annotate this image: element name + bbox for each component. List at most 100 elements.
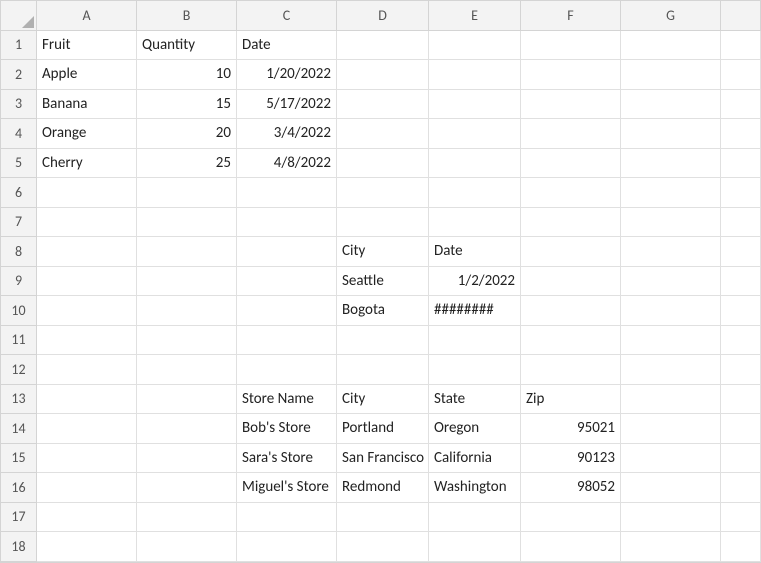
cell-E11[interactable] <box>429 326 521 356</box>
cell-A17[interactable] <box>37 503 137 533</box>
cell-G4[interactable] <box>621 119 721 149</box>
cell-A9[interactable] <box>37 267 137 297</box>
cell-E14[interactable]: Oregon <box>429 414 521 444</box>
cell-D12[interactable] <box>337 355 429 385</box>
cell-F17[interactable] <box>521 503 621 533</box>
row-header-3[interactable]: 3 <box>1 90 37 120</box>
row-header-15[interactable]: 15 <box>1 444 37 474</box>
cell-E10[interactable]: ######## <box>429 296 521 326</box>
cell-G11[interactable] <box>621 326 721 356</box>
cell-extra-8[interactable] <box>721 237 761 267</box>
cell-D16[interactable]: Redmond <box>337 473 429 503</box>
cell-A1[interactable]: Fruit <box>37 31 137 61</box>
cell-A16[interactable] <box>37 473 137 503</box>
cell-C13[interactable]: Store Name <box>237 385 337 415</box>
row-header-12[interactable]: 12 <box>1 355 37 385</box>
cell-D7[interactable] <box>337 208 429 238</box>
cell-D17[interactable] <box>337 503 429 533</box>
cell-B1[interactable]: Quantity <box>137 31 237 61</box>
cell-C4[interactable]: 3/4/2022 <box>237 119 337 149</box>
row-header-4[interactable]: 4 <box>1 119 37 149</box>
cell-extra-13[interactable] <box>721 385 761 415</box>
cell-extra-14[interactable] <box>721 414 761 444</box>
cell-A2[interactable]: Apple <box>37 60 137 90</box>
cell-extra-6[interactable] <box>721 178 761 208</box>
cell-G17[interactable] <box>621 503 721 533</box>
cell-C12[interactable] <box>237 355 337 385</box>
cell-E17[interactable] <box>429 503 521 533</box>
cell-G10[interactable] <box>621 296 721 326</box>
cell-F7[interactable] <box>521 208 621 238</box>
cell-G16[interactable] <box>621 473 721 503</box>
cell-extra-9[interactable] <box>721 267 761 297</box>
cell-A14[interactable] <box>37 414 137 444</box>
column-header-extra[interactable] <box>721 1 761 31</box>
row-header-7[interactable]: 7 <box>1 208 37 238</box>
cell-E18[interactable] <box>429 532 521 562</box>
cell-G15[interactable] <box>621 444 721 474</box>
cell-C9[interactable] <box>237 267 337 297</box>
cell-G12[interactable] <box>621 355 721 385</box>
row-header-1[interactable]: 1 <box>1 31 37 61</box>
cell-C10[interactable] <box>237 296 337 326</box>
cell-B7[interactable] <box>137 208 237 238</box>
cell-A5[interactable]: Cherry <box>37 149 137 179</box>
cell-C6[interactable] <box>237 178 337 208</box>
cell-C2[interactable]: 1/20/2022 <box>237 60 337 90</box>
cell-D6[interactable] <box>337 178 429 208</box>
cell-F8[interactable] <box>521 237 621 267</box>
cell-D10[interactable]: Bogota <box>337 296 429 326</box>
cell-B17[interactable] <box>137 503 237 533</box>
cell-D15[interactable]: San Francisco <box>337 444 429 474</box>
cell-E5[interactable] <box>429 149 521 179</box>
cell-F11[interactable] <box>521 326 621 356</box>
cell-E12[interactable] <box>429 355 521 385</box>
cell-extra-16[interactable] <box>721 473 761 503</box>
column-header-A[interactable]: A <box>37 1 137 31</box>
cell-extra-1[interactable] <box>721 31 761 61</box>
cell-A6[interactable] <box>37 178 137 208</box>
cell-B6[interactable] <box>137 178 237 208</box>
cell-G6[interactable] <box>621 178 721 208</box>
cell-F2[interactable] <box>521 60 621 90</box>
cell-extra-10[interactable] <box>721 296 761 326</box>
cell-G5[interactable] <box>621 149 721 179</box>
cell-G1[interactable] <box>621 31 721 61</box>
cell-extra-17[interactable] <box>721 503 761 533</box>
cell-B16[interactable] <box>137 473 237 503</box>
cell-A11[interactable] <box>37 326 137 356</box>
column-header-C[interactable]: C <box>237 1 337 31</box>
cell-F16[interactable]: 98052 <box>521 473 621 503</box>
cell-D11[interactable] <box>337 326 429 356</box>
cell-extra-15[interactable] <box>721 444 761 474</box>
cell-C14[interactable]: Bob's Store <box>237 414 337 444</box>
cell-C18[interactable] <box>237 532 337 562</box>
cell-A13[interactable] <box>37 385 137 415</box>
cell-D14[interactable]: Portland <box>337 414 429 444</box>
cell-extra-12[interactable] <box>721 355 761 385</box>
cell-F4[interactable] <box>521 119 621 149</box>
cell-B4[interactable]: 20 <box>137 119 237 149</box>
cell-B10[interactable] <box>137 296 237 326</box>
cell-F15[interactable]: 90123 <box>521 444 621 474</box>
column-header-D[interactable]: D <box>337 1 429 31</box>
cell-B14[interactable] <box>137 414 237 444</box>
cell-G8[interactable] <box>621 237 721 267</box>
cell-D1[interactable] <box>337 31 429 61</box>
cell-extra-5[interactable] <box>721 149 761 179</box>
cell-E9[interactable]: 1/2/2022 <box>429 267 521 297</box>
cell-B8[interactable] <box>137 237 237 267</box>
cell-D3[interactable] <box>337 90 429 120</box>
cell-B9[interactable] <box>137 267 237 297</box>
cell-B11[interactable] <box>137 326 237 356</box>
cell-D4[interactable] <box>337 119 429 149</box>
cell-G13[interactable] <box>621 385 721 415</box>
cell-D2[interactable] <box>337 60 429 90</box>
cell-D5[interactable] <box>337 149 429 179</box>
cell-G14[interactable] <box>621 414 721 444</box>
cell-F5[interactable] <box>521 149 621 179</box>
cell-C11[interactable] <box>237 326 337 356</box>
cell-A10[interactable] <box>37 296 137 326</box>
cell-B2[interactable]: 10 <box>137 60 237 90</box>
row-header-17[interactable]: 17 <box>1 503 37 533</box>
